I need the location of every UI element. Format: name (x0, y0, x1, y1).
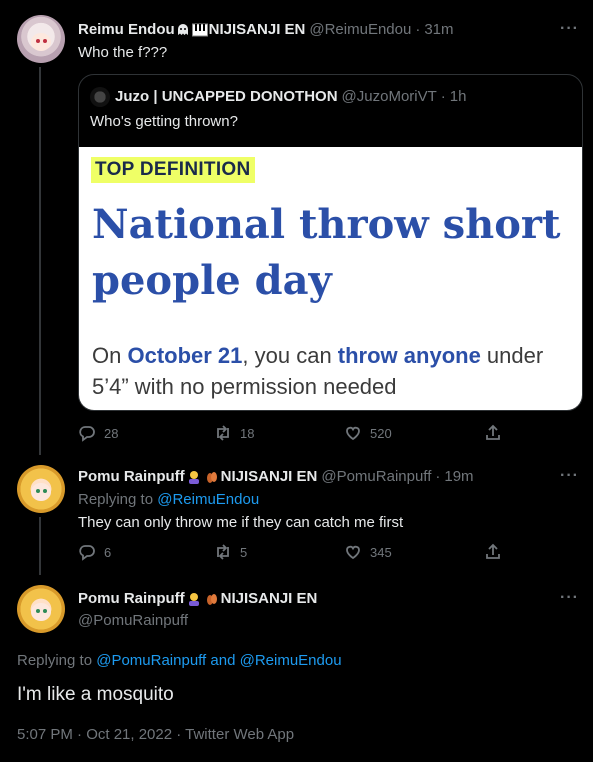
reply-count: 6 (104, 544, 112, 560)
definition-label: TOP DEFINITION (91, 157, 255, 183)
author-suffix: NIJISANJI EN (220, 590, 318, 607)
author-name[interactable]: Reimu Endou (78, 21, 175, 38)
leaf-icon (204, 469, 220, 485)
tweet-time[interactable]: 19m (444, 468, 473, 485)
replying-and: and (210, 652, 236, 669)
retweet-icon (217, 425, 229, 441)
quote-time: 1h (449, 88, 467, 105)
quote-image[interactable]: TOP DEFINITION National throw short peop… (79, 147, 582, 410)
replying-to-link-1[interactable]: @PomuRainpuff (96, 652, 206, 669)
reply-button[interactable]: 28 (78, 424, 118, 442)
replying-prefix: Replying to (78, 491, 154, 508)
retweet-count: 5 (240, 544, 248, 560)
leaf-icon (204, 591, 220, 607)
definition-term: National throw short people day (92, 201, 561, 304)
like-count: 345 (370, 544, 392, 560)
tweet-actions: 6 5 345 (78, 543, 508, 563)
retweet-icon (217, 544, 229, 560)
person-emoji-icon (186, 469, 202, 485)
replying-prefix: Replying to (17, 652, 93, 669)
heart-icon (346, 426, 360, 441)
tweet-header: Pomu Rainpuff NIJISANJI EN @PomuRainpuff… (78, 468, 474, 485)
author-handle[interactable]: @PomuRainpuff (78, 612, 188, 629)
author-handle[interactable]: @ReimuEndou (309, 21, 411, 38)
like-button[interactable]: 520 (344, 424, 392, 442)
quote-author-handle: @JuzoMoriVT (341, 88, 437, 105)
replying-to: Replying to @PomuRainpuff and @ReimuEndo… (17, 652, 342, 669)
tweet-text: They can only throw me if they can catch… (78, 514, 404, 531)
reply-icon (79, 545, 95, 561)
thread-line (39, 67, 41, 455)
tweet-header: Pomu Rainpuff NIJISANJI EN (78, 590, 317, 607)
tweet-pomu-reply[interactable]: Pomu Rainpuff NIJISANJI EN @PomuRainpuff… (0, 455, 593, 575)
author-suffix: NIJISANJI EN (208, 21, 306, 38)
thread-line (39, 517, 41, 575)
replying-to-link[interactable]: @ReimuEndou (157, 491, 259, 508)
tweet-timestamp[interactable]: 5:07 PM · Oct 21, 2022 · Twitter Web App (17, 726, 294, 743)
definition-meaning: On October 21, you can throw anyone unde… (92, 343, 544, 399)
reply-icon (79, 426, 95, 442)
separator-dot: · (415, 21, 421, 38)
ghost-icon (176, 23, 190, 37)
reply-button[interactable]: 6 (78, 543, 111, 561)
main-tweet-text: I'm like a mosquito (17, 684, 174, 705)
tweet-actions: 28 18 520 (78, 424, 508, 444)
author-name[interactable]: Pomu Rainpuff (78, 468, 185, 485)
person-emoji-icon (186, 591, 202, 607)
share-button[interactable] (484, 543, 502, 561)
retweet-button[interactable]: 5 (214, 543, 247, 561)
tweet-time[interactable]: 31m (424, 21, 453, 38)
avatar-juzo[interactable] (90, 87, 110, 107)
avatar-pomu[interactable] (17, 585, 65, 633)
tweet-text: Who the f??? (78, 44, 168, 61)
quote-author-name: Juzo | UNCAPPED DONOTHON (115, 88, 338, 105)
share-button[interactable] (484, 424, 502, 442)
quote-text: Who's getting thrown? (90, 113, 238, 130)
separator-dot: · (440, 88, 446, 105)
heart-icon (346, 545, 360, 560)
more-icon[interactable]: ··· (560, 467, 579, 485)
share-icon (486, 543, 500, 559)
author-handle[interactable]: @PomuRainpuff (321, 468, 431, 485)
like-button[interactable]: 345 (344, 543, 392, 561)
share-icon (486, 424, 500, 440)
quoted-tweet[interactable]: Juzo | UNCAPPED DONOTHON @JuzoMoriVT · 1… (78, 74, 583, 411)
quote-header: Juzo | UNCAPPED DONOTHON @JuzoMoriVT · 1… (115, 88, 466, 105)
like-count: 520 (370, 425, 392, 441)
avatar-reimu[interactable] (17, 15, 65, 63)
tweet-header: Reimu Endou NIJISANJI EN @ReimuEndou · 3… (78, 21, 454, 38)
tweet-reimu[interactable]: Reimu Endou NIJISANJI EN @ReimuEndou · 3… (0, 0, 593, 455)
author-suffix: NIJISANJI EN (220, 468, 318, 485)
replying-to: Replying to @ReimuEndou (78, 491, 259, 508)
separator-dot: · (435, 468, 441, 485)
replying-to-link-2[interactable]: @ReimuEndou (240, 652, 342, 669)
more-icon[interactable]: ··· (560, 20, 579, 38)
avatar-pomu[interactable] (17, 465, 65, 513)
retweet-button[interactable]: 18 (214, 424, 254, 442)
retweet-count: 18 (240, 425, 255, 441)
reply-count: 28 (104, 425, 119, 441)
more-icon[interactable]: ··· (560, 589, 579, 607)
piano-icon (191, 23, 208, 37)
author-name[interactable]: Pomu Rainpuff (78, 590, 185, 607)
